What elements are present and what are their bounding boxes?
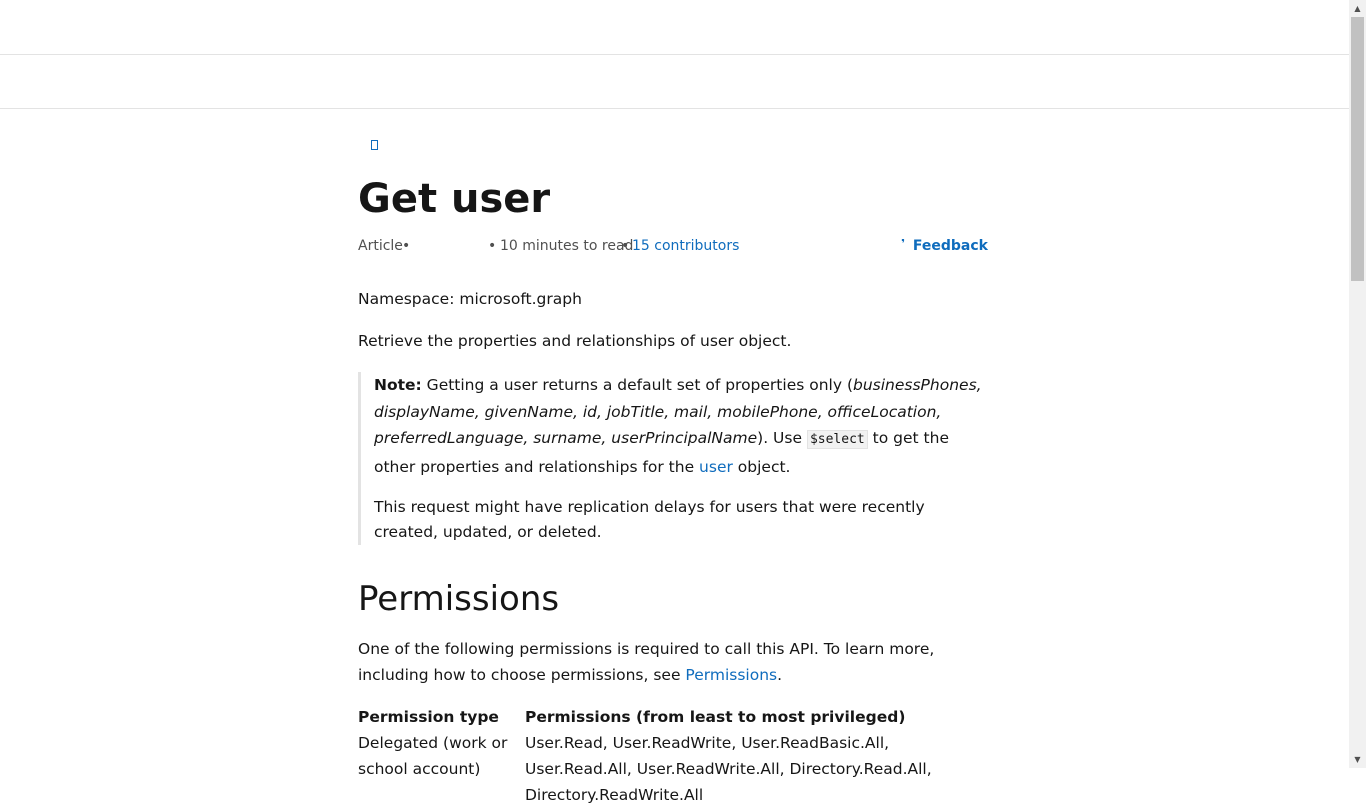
scroll-down-arrow-icon[interactable]: ▼	[1349, 751, 1366, 768]
note-block: Note: Getting a user returns a default s…	[358, 372, 984, 545]
permissions-heading: Permissions	[358, 579, 560, 619]
permissions-intro-period: .	[777, 666, 783, 684]
note-text: ). Use	[757, 429, 807, 447]
feedback-button[interactable]: ❜ Feedback	[901, 237, 988, 254]
meta-separator: •	[621, 238, 630, 254]
note-properties: displayName, givenName, id, jobTitle, ma…	[374, 402, 942, 421]
note-text: object.	[732, 457, 791, 476]
site-header	[0, 0, 1349, 55]
meta-separator: •	[402, 238, 411, 254]
table-cell: Delegated (work or school account)	[358, 734, 508, 778]
table-header: Permissions (from least to most privileg…	[525, 708, 906, 726]
edit-icon[interactable]	[371, 140, 378, 150]
article-type: Article	[358, 238, 403, 254]
read-time: 10 minutes to read	[500, 238, 634, 254]
scroll-up-arrow-icon[interactable]: ▲	[1349, 0, 1366, 17]
permissions-intro-text: One of the following permissions is requ…	[358, 640, 935, 684]
note-paragraph: Note: Getting a user returns a default s…	[374, 372, 984, 480]
table-header: Permission type	[358, 708, 499, 726]
feedback-icon: ❜	[901, 237, 905, 250]
docs-subheader	[0, 55, 1349, 109]
namespace-text: Namespace: microsoft.graph	[358, 290, 582, 308]
user-link[interactable]: user	[699, 458, 733, 476]
vertical-scrollbar[interactable]: ▲ ▼	[1349, 0, 1366, 768]
contributors-link[interactable]: 15 contributors	[632, 238, 739, 254]
permissions-link[interactable]: Permissions	[685, 666, 777, 684]
note-label: Note:	[374, 376, 422, 394]
table-cell: User.Read, User.ReadWrite, User.ReadBasi…	[525, 734, 932, 804]
replication-note: This request might have replication dela…	[374, 498, 925, 541]
scrollbar-thumb[interactable]	[1351, 17, 1364, 281]
select-code: $select	[806, 430, 868, 449]
feedback-label: Feedback	[912, 238, 988, 254]
permissions-intro: One of the following permissions is requ…	[358, 636, 988, 688]
article-metadata: Article • • 10 minutes to read • 15 cont…	[358, 238, 981, 256]
note-text: Getting a user returns a default set of …	[421, 376, 853, 394]
meta-separator: •	[488, 238, 497, 254]
note-properties: preferredLanguage, surname, userPrincipa…	[374, 429, 758, 447]
note-properties: businessPhones,	[853, 376, 982, 394]
description-text: Retrieve the properties and relationship…	[358, 332, 792, 350]
page-title: Get user	[358, 176, 551, 222]
